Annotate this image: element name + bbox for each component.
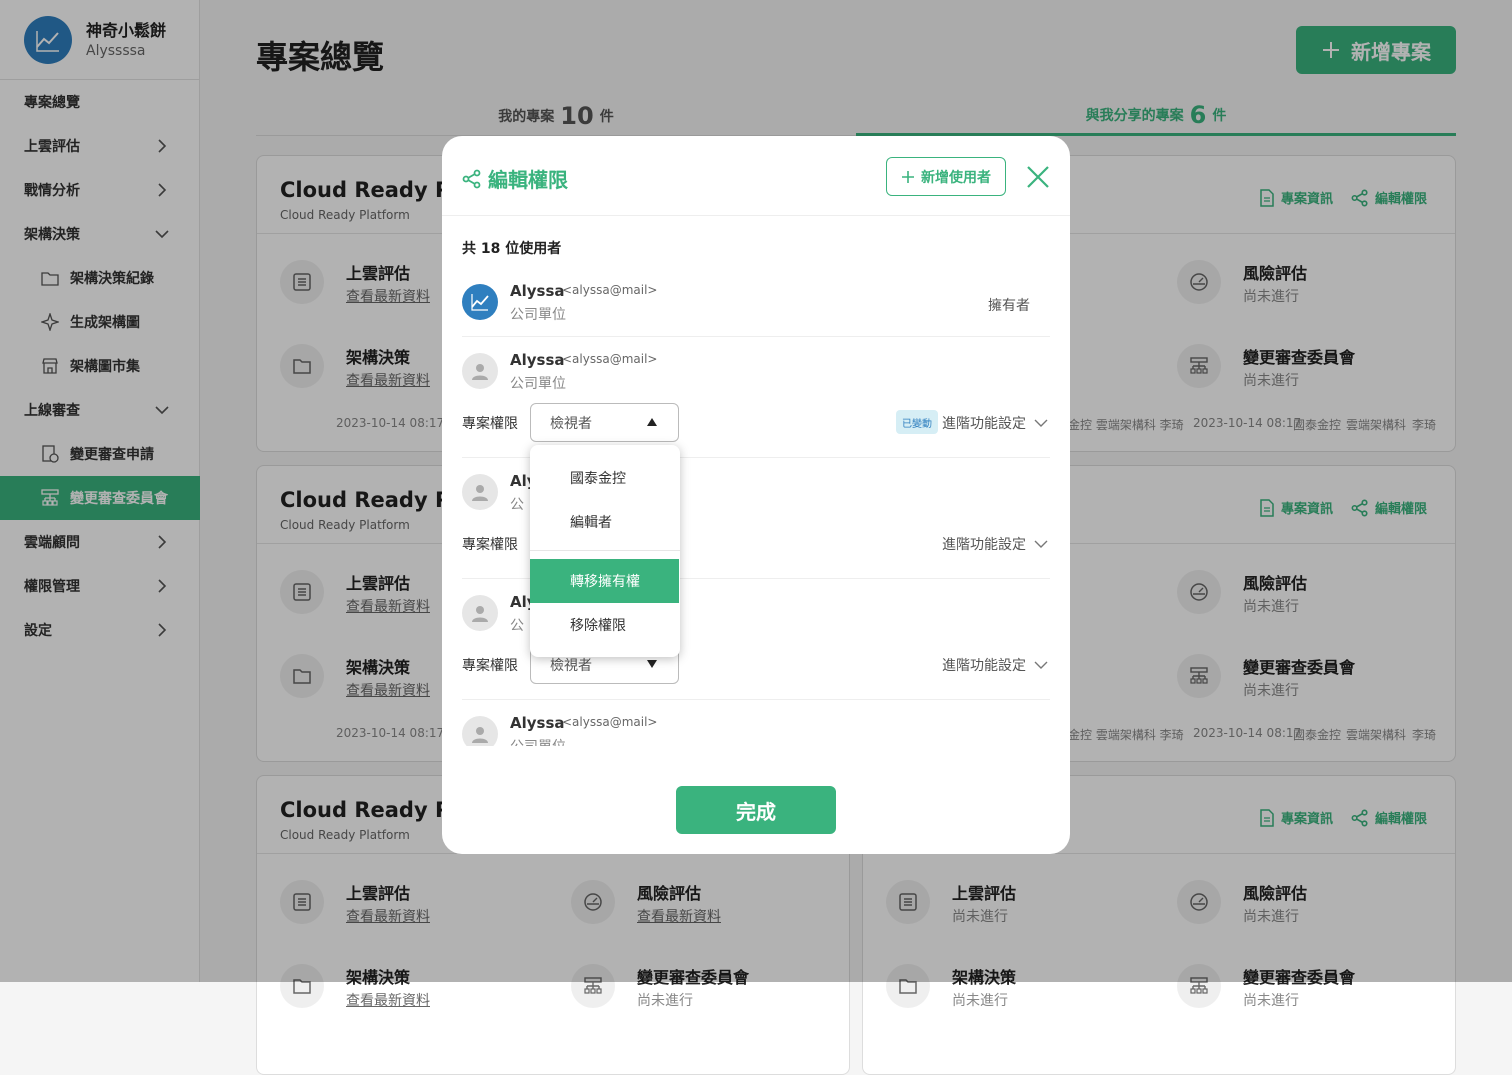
select-value: 檢視者 [550, 657, 592, 674]
chevron-down-icon [1034, 540, 1048, 548]
advanced-label: 進階功能設定 [942, 658, 1026, 674]
user-list-clip: Alyssa <alyssa@mail> 公司單位 [442, 706, 1070, 746]
close-icon[interactable] [1026, 165, 1050, 189]
modal-title-text: 編輯權限 [488, 168, 568, 192]
dropdown-option-remove[interactable]: 移除權限 [530, 603, 680, 647]
module-status: 尚未進行 [1243, 993, 1299, 1009]
divider [462, 336, 1050, 337]
select-value: 檢視者 [550, 415, 592, 432]
modal-title: 編輯權限 [462, 164, 568, 193]
user-org: 公司單位 [510, 307, 566, 323]
permission-label: 專案權限 [462, 658, 518, 674]
person-icon [472, 364, 488, 380]
view-latest-link[interactable]: 查看最新資料 [346, 990, 430, 1010]
user-org: 公 [510, 618, 524, 634]
advanced-label: 進階功能設定 [942, 416, 1026, 432]
avatar [462, 716, 498, 746]
caret-up-icon [647, 418, 657, 426]
user-org: 公司單位 [510, 376, 566, 392]
chevron-down-icon [1034, 419, 1048, 427]
avatar [462, 474, 498, 510]
dropdown-option[interactable]: 編輯者 [530, 500, 680, 544]
module-status: 尚未進行 [637, 993, 693, 1009]
advanced-label: 進階功能設定 [942, 537, 1026, 553]
owner-label: 擁有者 [988, 298, 1030, 314]
dropdown-separator [530, 550, 680, 551]
advanced-settings-toggle[interactable]: 進階功能設定 [942, 534, 1048, 554]
changed-badge: 已變動 [896, 410, 938, 434]
person-icon [472, 727, 488, 743]
caret-down-icon [647, 660, 657, 668]
done-button[interactable]: 完成 [676, 786, 836, 834]
avatar [462, 353, 498, 389]
user-name: Alyssa [510, 351, 565, 369]
avatar [462, 595, 498, 631]
person-icon [472, 606, 488, 622]
share-icon [462, 169, 481, 188]
user-name: Alyssa [510, 282, 565, 300]
chevron-down-icon [1034, 661, 1048, 669]
user-email: <alyssa@mail> [562, 283, 658, 297]
user-email: <alyssa@mail> [562, 715, 658, 729]
user-org: 公司單位 [510, 736, 566, 746]
advanced-settings-toggle[interactable]: 進階功能設定 [942, 413, 1048, 433]
user-count: 共 18 位使用者 [462, 241, 562, 257]
divider [462, 699, 1050, 700]
user-email: <alyssa@mail> [562, 352, 658, 366]
dropdown-option[interactable]: 國泰金控 [530, 456, 680, 500]
add-user-button[interactable]: 新增使用者 [886, 157, 1006, 196]
avatar [462, 284, 498, 320]
permission-label: 專案權限 [462, 537, 518, 553]
modal-header: 編輯權限 新增使用者 [442, 136, 1070, 216]
advanced-settings-toggle[interactable]: 進階功能設定 [942, 655, 1048, 675]
plus-icon [902, 170, 914, 183]
permission-dropdown-menu: 國泰金控 編輯者 轉移擁有權 移除權限 [530, 445, 680, 657]
user-row: Alyssa <alyssa@mail> 公司單位 [462, 714, 1050, 746]
user-name: Alyssa [510, 714, 565, 732]
add-user-label: 新增使用者 [921, 169, 991, 186]
person-icon [472, 485, 488, 501]
user-org: 公 [510, 497, 524, 513]
user-row: Alyssa <alyssa@mail> 公司單位 [462, 351, 1050, 392]
dropdown-option-transfer[interactable]: 轉移擁有權 [530, 559, 679, 603]
permission-select[interactable]: 檢視者 [530, 403, 679, 442]
permission-label: 專案權限 [462, 416, 518, 432]
module-status: 尚未進行 [952, 993, 1008, 1009]
user-row-owner: Alyssa <alyssa@mail> 公司單位 擁有者 [462, 282, 1050, 323]
